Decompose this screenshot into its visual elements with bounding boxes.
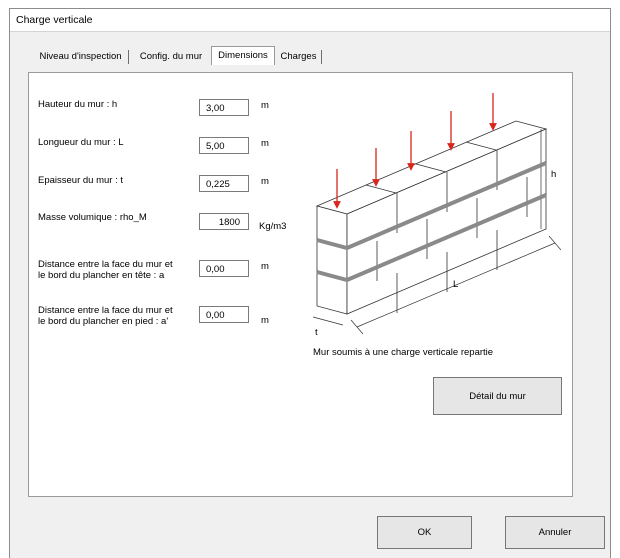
- dist-tete-input[interactable]: [199, 260, 249, 277]
- cancel-button[interactable]: Annuler: [505, 516, 605, 549]
- t-dimension-label: t: [315, 327, 318, 338]
- epaisseur-input[interactable]: [199, 175, 249, 192]
- longueur-input[interactable]: [199, 137, 249, 154]
- hauteur-unit: m: [261, 100, 269, 111]
- longueur-unit: m: [261, 138, 269, 149]
- title-bar: Charge verticale: [10, 9, 610, 32]
- window-title: Charge verticale: [16, 14, 93, 26]
- tab-niveau-inspection[interactable]: Niveau d'inspection: [36, 48, 125, 64]
- hauteur-label: Hauteur du mur : h: [38, 99, 118, 110]
- wall-diagram: h L t: [312, 93, 562, 338]
- tab-dimensions[interactable]: Dimensions: [211, 46, 275, 65]
- tab-config-mur[interactable]: Config. du mur: [133, 48, 209, 64]
- tab-charges[interactable]: Charges: [276, 48, 321, 64]
- longueur-label: Longueur du mur : L: [38, 137, 124, 148]
- detail-mur-button[interactable]: Détail du mur: [433, 377, 562, 415]
- masse-unit: Kg/m3: [259, 221, 287, 232]
- l-dimension-label: L: [453, 279, 458, 290]
- masse-input[interactable]: [199, 213, 249, 230]
- ok-label: OK: [417, 527, 432, 538]
- tab-separator: [321, 50, 322, 64]
- dist-pied-unit: m: [261, 315, 269, 326]
- detail-mur-label: Détail du mur: [469, 390, 526, 402]
- dist-pied-input[interactable]: [199, 306, 249, 323]
- tab-separator: [128, 50, 129, 64]
- epaisseur-label: Epaisseur du mur : t: [38, 175, 124, 186]
- hauteur-input[interactable]: [199, 99, 249, 116]
- ok-button[interactable]: OK: [377, 516, 472, 549]
- epaisseur-unit: m: [261, 176, 269, 187]
- h-dimension-label: h: [551, 169, 556, 180]
- masse-label: Masse volumique : rho_M: [38, 212, 147, 223]
- dist-tete-unit: m: [261, 261, 269, 272]
- dist-tete-label-line2: le bord du plancher en tête : a: [38, 270, 165, 281]
- illustration-caption: Mur soumis à une charge verticale repart…: [313, 347, 494, 358]
- cancel-label: Annuler: [538, 527, 572, 538]
- dist-pied-label-line2: le bord du plancher en pied : a': [38, 316, 169, 327]
- wall-illustration: h L t: [303, 91, 562, 341]
